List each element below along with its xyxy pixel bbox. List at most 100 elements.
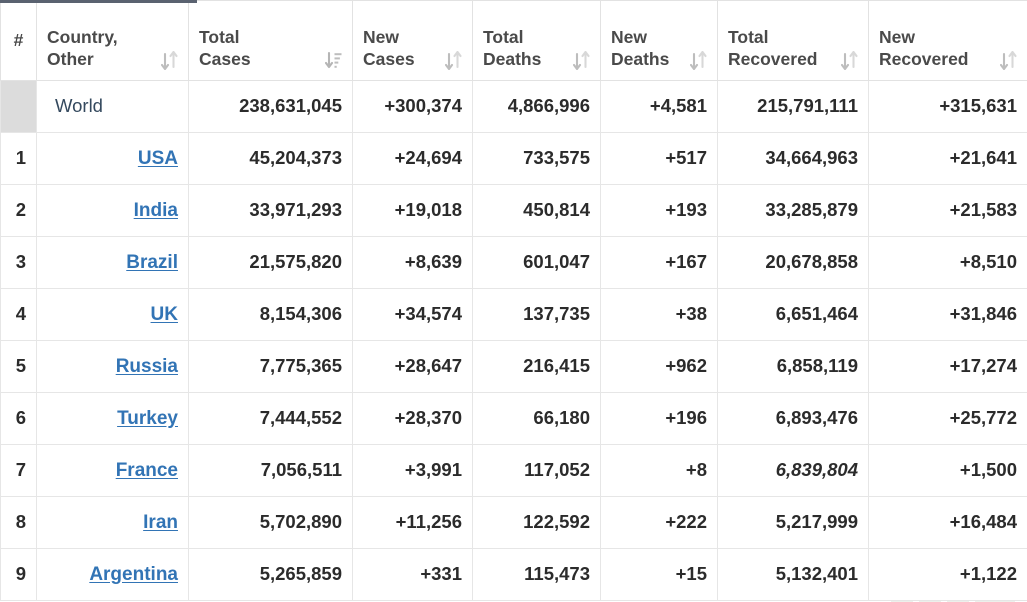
sort-icon[interactable] (841, 50, 858, 70)
country-link[interactable]: India (134, 200, 178, 221)
table-row: 4 UK 8,154,306 +34,574 137,735 +38 6,651,464 +3… (0, 287, 1027, 341)
sort-icon[interactable] (445, 50, 462, 70)
cell-new-deaths: +8 (600, 443, 718, 497)
column-header-country-line1: Country, (47, 27, 118, 48)
column-header-rank[interactable]: # (0, 0, 37, 81)
covid-statistics-table: # Country, Other Total Cases New Cases T… (0, 0, 1027, 601)
cell-total-deaths: 216,415 (472, 339, 601, 393)
top-accent-bar (0, 0, 197, 3)
column-header-new-deaths-line1: New (611, 27, 647, 48)
cell-new-cases: +11,256 (352, 495, 473, 549)
sort-icon[interactable] (690, 50, 707, 70)
table-header-row: # Country, Other Total Cases New Cases T… (0, 0, 1027, 81)
cell-rank (0, 79, 37, 133)
sort-icon[interactable] (161, 50, 178, 70)
column-header-total-deaths[interactable]: Total Deaths (472, 0, 601, 81)
cell-total-deaths: 137,735 (472, 287, 601, 341)
top-border-line (197, 0, 1027, 1)
cell-rank: 6 (0, 391, 37, 445)
cell-rank: 7 (0, 443, 37, 497)
cell-new-cases: +28,647 (352, 339, 473, 393)
cell-country: World (36, 79, 189, 133)
column-header-country-label: Country, Other (47, 26, 118, 70)
cell-rank: 2 (0, 183, 37, 237)
cell-total-cases: 7,775,365 (188, 339, 353, 393)
column-header-country[interactable]: Country, Other (36, 0, 189, 81)
country-link[interactable]: Turkey (117, 408, 178, 429)
column-header-new-recovered-label: New Recovered (879, 26, 969, 70)
cell-new-deaths: +167 (600, 235, 718, 289)
column-header-total-recovered-line1: Total (728, 27, 769, 48)
cell-rank: 5 (0, 339, 37, 393)
table-row: 5 Russia 7,775,365 +28,647 216,415 +962 6,858,… (0, 339, 1027, 393)
column-header-total-cases-label: Total Cases (199, 26, 251, 70)
country-link[interactable]: Argentina (89, 564, 178, 585)
covid-stats-table-page: exmoor news # (0, 0, 1027, 602)
cell-total-deaths: 601,047 (472, 235, 601, 289)
sort-icon[interactable] (573, 50, 590, 70)
cell-new-cases: +24,694 (352, 131, 473, 185)
cell-total-recovered: 20,678,858 (717, 235, 869, 289)
cell-total-deaths: 4,866,996 (472, 79, 601, 133)
cell-country: India (36, 183, 189, 237)
cell-rank: 8 (0, 495, 37, 549)
cell-new-recovered: +8,510 (868, 235, 1027, 289)
column-header-total-cases-line1: Total (199, 27, 240, 48)
cell-total-cases: 8,154,306 (188, 287, 353, 341)
table-row: 7 France 7,056,511 +3,991 117,052 +8 6,839,804… (0, 443, 1027, 497)
country-link[interactable]: USA (138, 148, 178, 169)
cell-total-recovered: 6,839,804 (717, 443, 869, 497)
table-row: 2 India 33,971,293 +19,018 450,814 +193 33,285… (0, 183, 1027, 237)
column-header-total-deaths-line2: Deaths (483, 49, 542, 70)
column-header-new-deaths[interactable]: New Deaths (600, 0, 718, 81)
cell-rank: 9 (0, 547, 37, 601)
cell-total-recovered: 33,285,879 (717, 183, 869, 237)
country-link[interactable]: UK (151, 304, 178, 325)
column-header-total-recovered-line2: Recovered (728, 49, 818, 70)
cell-total-recovered: 5,132,401 (717, 547, 869, 601)
cell-total-recovered: 215,791,111 (717, 79, 869, 133)
cell-total-cases: 21,575,820 (188, 235, 353, 289)
cell-new-cases: +34,574 (352, 287, 473, 341)
cell-country: Turkey (36, 391, 189, 445)
column-header-total-cases[interactable]: Total Cases (188, 0, 353, 81)
country-link[interactable]: Brazil (126, 252, 178, 273)
cell-total-deaths: 733,575 (472, 131, 601, 185)
cell-total-deaths: 117,052 (472, 443, 601, 497)
cell-new-deaths: +517 (600, 131, 718, 185)
cell-new-deaths: +193 (600, 183, 718, 237)
cell-rank: 1 (0, 131, 37, 185)
column-header-total-recovered[interactable]: Total Recovered (717, 0, 869, 81)
cell-new-recovered: +25,772 (868, 391, 1027, 445)
sort-icon[interactable] (1000, 50, 1017, 70)
column-header-total-recovered-label: Total Recovered (728, 26, 818, 70)
table-row: 3 Brazil 21,575,820 +8,639 601,047 +167 20,678… (0, 235, 1027, 289)
country-link[interactable]: Russia (116, 356, 178, 377)
cell-country: Brazil (36, 235, 189, 289)
table-row: 8 Iran 5,702,890 +11,256 122,592 +222 5,217,99… (0, 495, 1027, 549)
cell-new-cases: +3,991 (352, 443, 473, 497)
cell-rank: 3 (0, 235, 37, 289)
column-header-new-cases[interactable]: New Cases (352, 0, 473, 81)
cell-total-deaths: 115,473 (472, 547, 601, 601)
cell-new-recovered: +21,641 (868, 131, 1027, 185)
country-link[interactable]: Iran (143, 512, 178, 533)
sort-amount-down-icon[interactable] (325, 51, 342, 70)
column-header-new-cases-label: New Cases (363, 26, 415, 70)
cell-new-deaths: +15 (600, 547, 718, 601)
column-header-total-deaths-label: Total Deaths (483, 26, 541, 70)
cell-new-deaths: +4,581 (600, 79, 718, 133)
table-header: # Country, Other Total Cases New Cases T… (0, 0, 1027, 81)
cell-total-deaths: 66,180 (472, 391, 601, 445)
cell-new-recovered: +1,122 (868, 547, 1027, 601)
column-header-new-recovered-line1: New (879, 27, 915, 48)
cell-total-cases: 33,971,293 (188, 183, 353, 237)
column-header-new-recovered[interactable]: New Recovered (868, 0, 1027, 81)
column-header-country-line2: Other (47, 49, 94, 70)
cell-total-cases: 238,631,045 (188, 79, 353, 133)
country-link[interactable]: France (116, 460, 178, 481)
cell-new-deaths: +196 (600, 391, 718, 445)
cell-total-cases: 7,056,511 (188, 443, 353, 497)
column-header-new-deaths-label: New Deaths (611, 26, 669, 70)
cell-new-recovered: +31,846 (868, 287, 1027, 341)
